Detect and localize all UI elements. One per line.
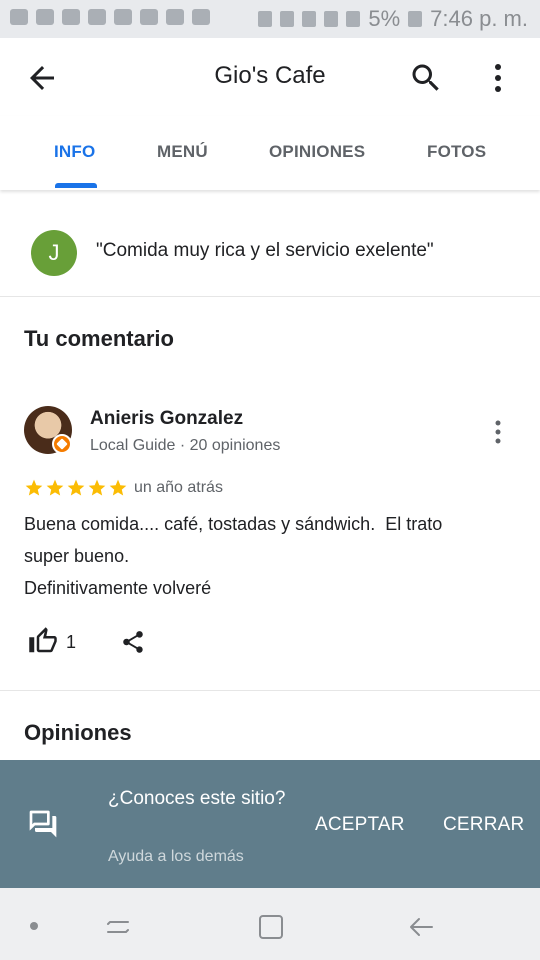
- mail-icon: [140, 9, 158, 25]
- reviewer-meta: Local Guide · 20 opiniones: [90, 437, 281, 454]
- star-icon: [88, 479, 106, 496]
- recents-icon[interactable]: [104, 914, 132, 940]
- divider: [0, 690, 540, 691]
- overflow-menu-icon[interactable]: [488, 62, 508, 94]
- missed-call-icon: [114, 9, 132, 25]
- review-time: un año atrás: [134, 479, 223, 496]
- tab-info[interactable]: INFO: [54, 142, 95, 162]
- review-menu-icon[interactable]: [490, 420, 506, 444]
- star-icon: [46, 479, 64, 496]
- nav-dot-icon[interactable]: [30, 922, 38, 930]
- highlight-quote[interactable]: J "Comida muy rica y el servicio exelent…: [0, 200, 540, 297]
- wifi-icon: [324, 11, 339, 27]
- star-icon: [109, 479, 127, 496]
- app-bar: Gio's Cafe: [0, 38, 540, 117]
- review-text: Buena comida.... café, tostadas y sándwi…: [24, 508, 524, 604]
- know-this-place-banner: ¿Conoces este sitio? Ayuda a los demás A…: [0, 760, 540, 888]
- status-bar: 5% 7:46 p. m.: [0, 0, 540, 38]
- accept-button[interactable]: ACEPTAR: [315, 814, 405, 836]
- tab-menu[interactable]: MENÚ: [157, 142, 208, 162]
- like-count: 1: [66, 632, 77, 652]
- home-icon[interactable]: [258, 914, 284, 940]
- quote-text: "Comida muy rica y el servicio exelente": [96, 240, 434, 261]
- signal-icon: [346, 11, 361, 27]
- image-icon: [192, 9, 210, 25]
- alarm-icon: [258, 11, 273, 27]
- battery-icon: [408, 11, 423, 27]
- reviews-heading: Opiniones: [24, 720, 132, 745]
- reviewer-name[interactable]: Anieris Gonzalez: [90, 408, 243, 430]
- tab-opiniones[interactable]: OPINIONES: [269, 142, 365, 162]
- active-tab-indicator: [55, 183, 97, 188]
- clock-icon: [302, 11, 317, 27]
- star-icon: [25, 479, 43, 496]
- avatar: J: [31, 230, 77, 276]
- star-icon: [67, 479, 85, 496]
- tab-fotos[interactable]: FOTOS: [427, 142, 486, 162]
- search-icon[interactable]: [408, 60, 444, 96]
- system-nav-bar: [0, 888, 540, 960]
- voicemail-icon: [10, 9, 28, 25]
- thumbs-up-icon[interactable]: [28, 626, 58, 656]
- close-button[interactable]: CERRAR: [443, 814, 524, 836]
- your-comment-heading: Tu comentario: [24, 326, 174, 351]
- youtube-icon: [62, 9, 80, 25]
- review-line: Definitivamente volveré: [24, 578, 212, 598]
- tab-bar: INFO MENÚ OPINIONES FOTOS: [0, 116, 540, 190]
- battery-percent: 5%: [368, 6, 401, 31]
- notification-icons: [10, 9, 210, 25]
- feedback-icon: [29, 810, 57, 838]
- share-icon[interactable]: [120, 628, 146, 656]
- back-icon[interactable]: [406, 914, 436, 940]
- sync-icon: [166, 9, 184, 25]
- system-status: 5% 7:46 p. m.: [258, 6, 528, 32]
- status-time: 7:46 p. m.: [430, 6, 528, 31]
- location-icon: [280, 11, 295, 27]
- page-title: Gio's Cafe: [214, 62, 326, 89]
- youtube-icon: [36, 9, 54, 25]
- banner-question: ¿Conoces este sitio?: [108, 788, 286, 809]
- weather-icon: [88, 9, 106, 25]
- review-line: super bueno.: [24, 546, 130, 566]
- review-line: Buena comida.... café, tostadas y sándwi…: [24, 514, 443, 534]
- banner-help: Ayuda a los demás: [108, 848, 244, 865]
- local-guide-badge-icon: [52, 434, 72, 454]
- rating-stars: [24, 478, 128, 498]
